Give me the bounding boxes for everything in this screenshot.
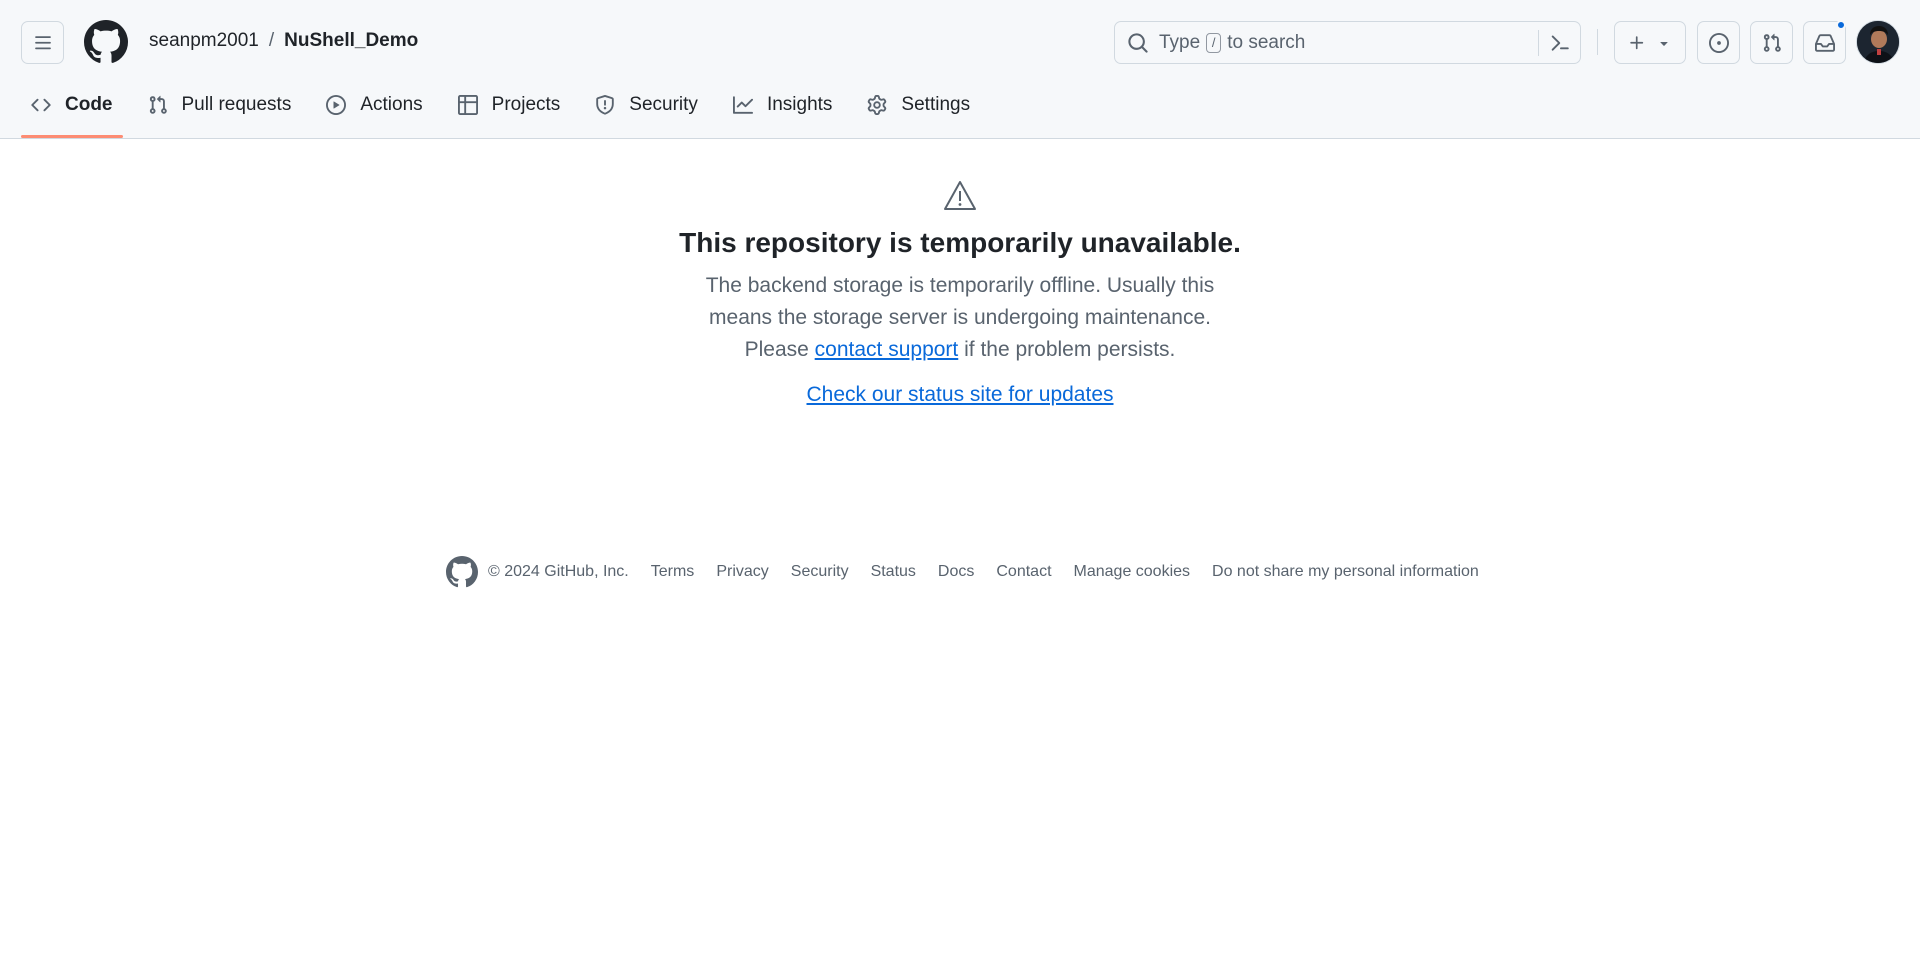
table-icon bbox=[457, 95, 478, 115]
tab-pull-requests[interactable]: Pull requests bbox=[138, 84, 302, 126]
triangle-down-icon bbox=[1660, 41, 1668, 46]
header-divider bbox=[1597, 29, 1598, 55]
github-logo-icon[interactable] bbox=[446, 556, 478, 588]
create-new-button[interactable] bbox=[1614, 21, 1686, 64]
global-header: seanpm2001 / NuShell_Demo Type / to sear… bbox=[0, 0, 1920, 139]
footer-link-do-not-share[interactable]: Do not share my personal information bbox=[1212, 563, 1479, 581]
owner-link[interactable]: seanpm2001 bbox=[149, 28, 259, 54]
tab-insights-label: Insights bbox=[766, 94, 833, 115]
search-icon bbox=[1128, 32, 1148, 53]
tab-pull-requests-label: Pull requests bbox=[181, 94, 292, 115]
search-type-label: Type bbox=[1159, 31, 1201, 53]
tab-actions-label: Actions bbox=[360, 94, 423, 115]
hamburger-icon bbox=[34, 35, 51, 49]
avatar[interactable] bbox=[1856, 20, 1900, 64]
tab-projects-label: Projects bbox=[491, 94, 561, 115]
status-site-link[interactable]: Check our status site for updates bbox=[807, 383, 1114, 406]
user-avatar-image bbox=[1857, 21, 1899, 63]
command-palette-button[interactable] bbox=[1545, 31, 1575, 55]
status-site-row: Check our status site for updates bbox=[0, 383, 1920, 407]
inbox-icon bbox=[1814, 33, 1835, 52]
github-logo-icon[interactable] bbox=[84, 20, 128, 64]
tab-security[interactable]: Security bbox=[585, 84, 708, 126]
footer-link-status[interactable]: Status bbox=[871, 563, 916, 581]
footer-link-docs[interactable]: Docs bbox=[938, 563, 974, 581]
shield-icon bbox=[596, 95, 615, 115]
tab-code[interactable]: Code bbox=[21, 84, 123, 138]
contact-support-link[interactable]: contact support bbox=[815, 338, 959, 361]
description-line-2: means the storage server is undergoing m… bbox=[709, 306, 1211, 329]
git-pull-request-icon bbox=[1763, 33, 1781, 52]
terminal-icon bbox=[1551, 35, 1569, 51]
search-shortcut-key: / bbox=[1206, 32, 1222, 53]
git-pull-request-icon bbox=[149, 95, 167, 114]
menu-button[interactable] bbox=[21, 21, 64, 64]
tab-actions[interactable]: Actions bbox=[316, 84, 432, 126]
tab-code-label: Code bbox=[65, 94, 113, 115]
page-title: This repository is temporarily unavailab… bbox=[679, 227, 1241, 258]
tab-settings[interactable]: Settings bbox=[857, 84, 980, 126]
play-icon bbox=[326, 95, 347, 115]
description-line-3: Please contact support if the problem pe… bbox=[660, 334, 1260, 366]
notification-indicator bbox=[1836, 20, 1846, 30]
header-top-row: seanpm2001 / NuShell_Demo Type / to sear… bbox=[0, 0, 1920, 84]
plus-icon bbox=[1630, 35, 1644, 49]
footer-link-security[interactable]: Security bbox=[791, 563, 849, 581]
footer-link-terms[interactable]: Terms bbox=[651, 563, 695, 581]
issues-button[interactable] bbox=[1697, 21, 1740, 64]
search-to-search-label: to search bbox=[1227, 31, 1306, 53]
footer-link-contact[interactable]: Contact bbox=[996, 563, 1051, 581]
footer-copyright: © 2024 GitHub, Inc. bbox=[488, 563, 629, 580]
tab-security-label: Security bbox=[629, 94, 698, 115]
search-divider bbox=[1538, 30, 1539, 56]
tab-projects[interactable]: Projects bbox=[448, 84, 571, 126]
breadcrumb: seanpm2001 / NuShell_Demo bbox=[149, 28, 418, 54]
footer-link-manage-cookies[interactable]: Manage cookies bbox=[1074, 563, 1191, 581]
graph-icon bbox=[732, 96, 753, 114]
description-line-1: The backend storage is temporarily offli… bbox=[705, 274, 1215, 297]
footer: © 2024 GitHub, Inc. Terms Privacy Securi… bbox=[446, 556, 1501, 588]
please-text: Please bbox=[744, 338, 809, 361]
gear-icon bbox=[868, 95, 887, 115]
tab-insights[interactable]: Insights bbox=[723, 84, 842, 126]
search-input[interactable]: Type / to search bbox=[1114, 21, 1581, 64]
repo-link[interactable]: NuShell_Demo bbox=[284, 28, 418, 54]
breadcrumb-separator: / bbox=[268, 30, 275, 51]
unavailable-description: The backend storage is temporarily offli… bbox=[660, 270, 1260, 366]
tab-settings-label: Settings bbox=[901, 94, 971, 115]
issue-opened-icon bbox=[1708, 32, 1729, 53]
footer-link-privacy[interactable]: Privacy bbox=[716, 563, 768, 581]
pull-requests-button[interactable] bbox=[1750, 21, 1793, 64]
repo-nav-tabs: Code Pull requests Actions Projects Secu… bbox=[21, 84, 995, 139]
code-icon bbox=[31, 98, 51, 112]
alert-icon bbox=[944, 181, 976, 210]
search-placeholder: Type / to search bbox=[1159, 32, 1305, 54]
persists-text: if the problem persists. bbox=[964, 338, 1176, 361]
